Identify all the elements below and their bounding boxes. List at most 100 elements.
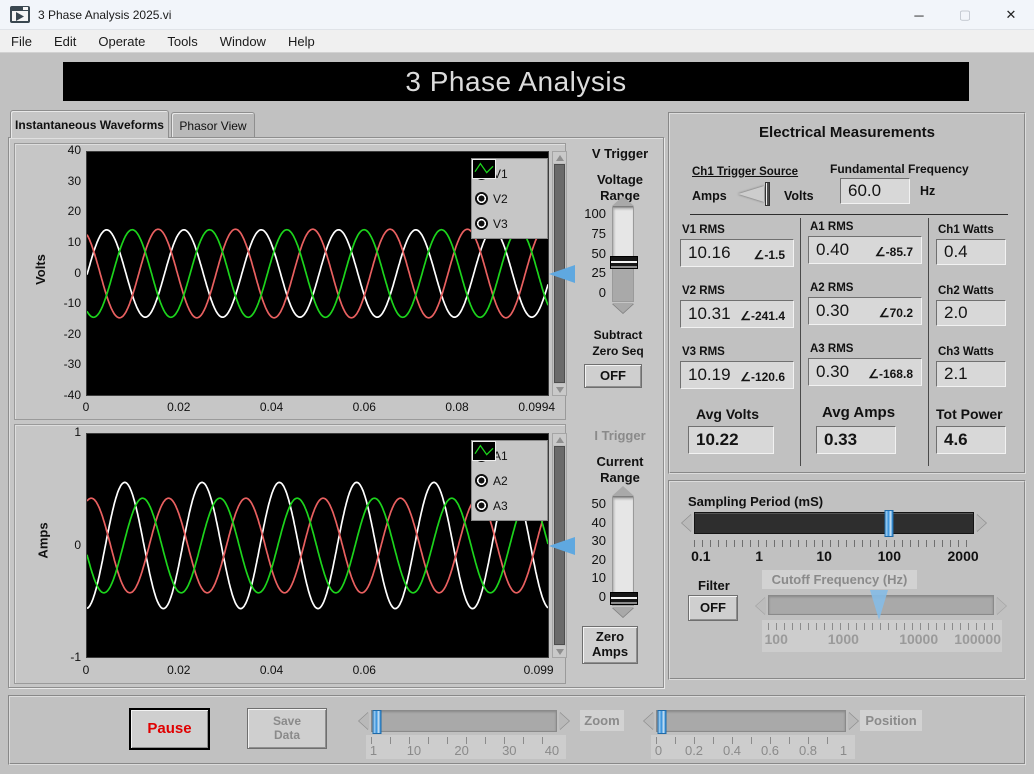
scale-tick-label: 10: [406, 743, 422, 758]
position-decrement-icon[interactable]: [644, 712, 654, 730]
v2-rms-label: V2 RMS: [682, 285, 725, 297]
measurements-title: Electrical Measurements: [759, 124, 935, 141]
tot-power-display[interactable]: 4.6: [936, 426, 1006, 454]
cutoff-increment-icon[interactable]: [996, 597, 1006, 615]
v3-rms-display[interactable]: 10.19 ∠-120.6: [680, 361, 794, 389]
trigger-source-switch[interactable]: [732, 182, 782, 206]
fundamental-frequency-display[interactable]: 60.0: [840, 178, 910, 204]
x-tick-label: 0.06: [352, 663, 376, 677]
scale-tick-label: 1: [369, 743, 378, 758]
plot-visible-radio-icon[interactable]: [475, 217, 488, 230]
zoom-increment-icon[interactable]: [559, 712, 569, 730]
v-trigger-section: V Trigger Voltage Range 100 75 50 25 0 Sub…: [572, 140, 664, 420]
cutoff-decrement-icon[interactable]: [756, 597, 766, 615]
position-slider[interactable]: [656, 710, 846, 734]
v2-rms-display[interactable]: 10.31 ∠-241.4: [680, 300, 794, 328]
menu-help[interactable]: Help: [277, 34, 326, 49]
range-decrement-icon[interactable]: [612, 303, 634, 313]
v1-rms-display[interactable]: 10.16 ∠-1.5: [680, 239, 794, 267]
close-button[interactable]: ✕: [988, 0, 1034, 30]
amps-plot-area[interactable]: A1 A2 A3: [86, 433, 575, 658]
legend-item-v2[interactable]: V2: [472, 159, 544, 211]
voltage-range-slider[interactable]: [610, 207, 638, 302]
sampling-period-handle[interactable]: [884, 510, 894, 537]
switch-pointer-icon: [738, 186, 764, 202]
ch3-watts-display[interactable]: 2.1: [936, 361, 1006, 387]
avg-amps-label: Avg Amps: [822, 404, 896, 421]
menu-operate[interactable]: Operate: [87, 34, 156, 49]
plot-visible-radio-icon[interactable]: [475, 192, 488, 205]
tab-instantaneous-waveforms[interactable]: Instantaneous Waveforms: [10, 110, 169, 138]
sampling-increment-icon[interactable]: [976, 514, 986, 532]
plot-visible-radio-icon[interactable]: [475, 474, 488, 487]
current-range-slider[interactable]: [610, 497, 638, 606]
zoom-handle[interactable]: [372, 710, 382, 734]
menu-window[interactable]: Window: [209, 34, 277, 49]
legend-item-v3[interactable]: V3: [472, 159, 544, 236]
volts-plot-area[interactable]: V1 V2 V3: [86, 151, 575, 396]
scale-tick-label: 100: [877, 548, 901, 564]
zoom-decrement-icon[interactable]: [359, 712, 369, 730]
a1-rms-display[interactable]: 0.40 ∠-85.7: [808, 236, 922, 264]
banner-title: 3 Phase Analysis: [405, 65, 627, 97]
volts-legend: V1 V2 V3: [471, 158, 548, 239]
current-range-handle[interactable]: [610, 592, 638, 605]
scale-tick-label: 10000: [899, 631, 939, 647]
a3-rms-display[interactable]: 0.30 ∠-168.8: [808, 358, 922, 386]
position-label: Position: [860, 710, 922, 731]
maximize-button[interactable]: ▢: [942, 0, 988, 30]
ch2-watts-display[interactable]: 2.0: [936, 300, 1006, 326]
scale-tick-label: 0.4: [722, 743, 742, 758]
a2-rms-display[interactable]: 0.30 ∠70.2: [808, 297, 922, 325]
watts-column: Ch1 Watts 0.4 Ch2 Watts 2.0 Ch3 Watts 2.…: [936, 218, 1022, 466]
cutoff-frequency-handle[interactable]: [870, 590, 889, 620]
scroll-down-icon[interactable]: [553, 646, 566, 657]
a3-rms-label: A3 RMS: [810, 343, 854, 355]
sampling-decrement-icon[interactable]: [682, 514, 692, 532]
voltage-range-handle[interactable]: [610, 255, 638, 269]
sampling-scale: 0.1 1 10 100 2000: [691, 548, 979, 564]
scale-tick-label: 20: [454, 743, 469, 758]
filter-button[interactable]: OFF: [688, 595, 738, 621]
volts-x-ticks: 0 0.02 0.04 0.06 0.08 0.0994: [83, 400, 555, 416]
menu-file[interactable]: File: [0, 34, 43, 49]
scale-tick-label: 1: [755, 548, 763, 564]
zero-amps-button[interactable]: Zero Amps: [582, 626, 638, 664]
switch-handle[interactable]: [765, 182, 770, 206]
range-increment-icon[interactable]: [612, 196, 634, 206]
cutoff-scale: 100 1000 10000 100000: [764, 631, 1001, 647]
subtract-zero-seq-button[interactable]: OFF: [584, 364, 642, 388]
legend-item-a2[interactable]: A2: [472, 441, 544, 493]
i-trigger-title: I Trigger: [594, 428, 646, 443]
x-tick-label: 0.0994: [518, 400, 556, 414]
position-scale: 0 0.2 0.4 0.6 0.8 1: [655, 743, 847, 759]
pause-button[interactable]: Pause: [129, 708, 210, 750]
avg-volts-display[interactable]: 10.22: [688, 426, 774, 454]
save-data-button[interactable]: Save Data: [247, 708, 327, 749]
range-increment-icon[interactable]: [612, 486, 634, 496]
position-increment-icon[interactable]: [848, 712, 858, 730]
scroll-up-icon[interactable]: [553, 434, 566, 445]
avg-amps-display[interactable]: 0.33: [816, 426, 896, 454]
range-decrement-icon[interactable]: [612, 607, 634, 617]
menu-edit[interactable]: Edit: [43, 34, 87, 49]
scroll-up-icon[interactable]: [553, 152, 566, 163]
position-handle[interactable]: [657, 710, 667, 734]
plot-style-glyph[interactable]: [472, 441, 496, 461]
divider: [800, 218, 801, 466]
scroll-down-icon[interactable]: [553, 384, 566, 395]
title-bar: 3 Phase Analysis 2025.vi ─ ▢ ✕: [0, 0, 1034, 30]
plot-style-glyph[interactable]: [472, 159, 496, 179]
scale-tick-label: 0.8: [798, 743, 818, 758]
tab-phasor-view[interactable]: Phasor View: [171, 112, 255, 138]
legend-item-a3[interactable]: A3: [472, 441, 544, 518]
zoom-slider[interactable]: [371, 710, 557, 734]
minimize-button[interactable]: ─: [896, 0, 942, 30]
menu-tools[interactable]: Tools: [156, 34, 208, 49]
a1-rms-label: A1 RMS: [810, 221, 854, 233]
plot-visible-radio-icon[interactable]: [475, 499, 488, 512]
labview-vi-icon: [10, 6, 30, 23]
cutoff-frequency-slider[interactable]: [768, 590, 994, 620]
ch1-watts-display[interactable]: 0.4: [936, 239, 1006, 265]
sampling-period-slider[interactable]: [694, 510, 974, 537]
